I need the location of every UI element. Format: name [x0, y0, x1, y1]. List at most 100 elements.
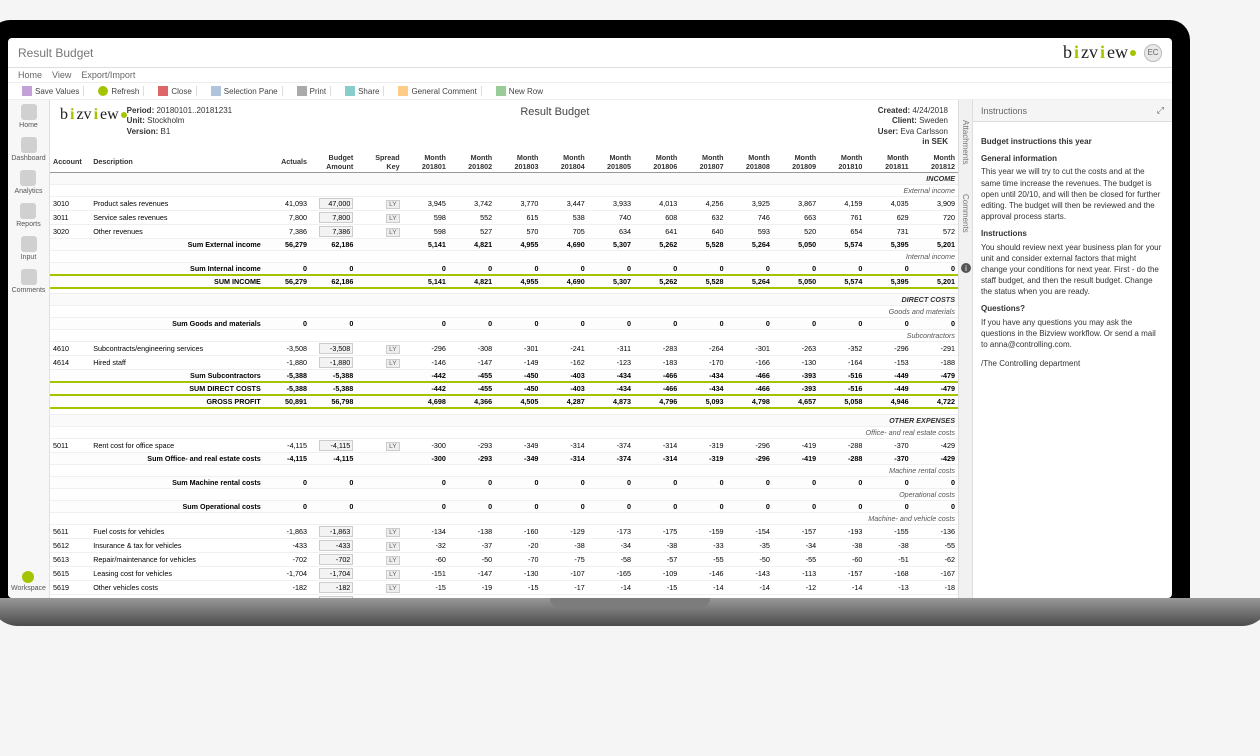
rail-comments[interactable]: Comments: [12, 269, 46, 294]
home-icon: [21, 104, 37, 120]
table-row: Sum Goods and materials00000000000000: [50, 318, 958, 330]
table-row: Sum External income56,27962,1865,1414,82…: [50, 238, 958, 250]
close-button[interactable]: Close: [154, 86, 196, 96]
th-m10: Month201810: [819, 152, 865, 173]
table-row[interactable]: 5619Other vehicles costs -182 -182 LY -1…: [50, 580, 958, 594]
instr-gen-h: General information: [981, 153, 1164, 164]
th-actuals: Actuals: [264, 152, 310, 173]
table-row: Sum Office- and real estate costs-4,115-…: [50, 452, 958, 464]
user-avatar[interactable]: EC: [1144, 44, 1162, 62]
instr-q-h: Questions?: [981, 303, 1164, 314]
table-row: GROSS PROFIT50,89156,7984,6984,3664,5054…: [50, 395, 958, 408]
save-button[interactable]: Save Values: [18, 86, 84, 96]
popout-icon[interactable]: ⤢: [1157, 105, 1164, 116]
table-row: Sum Internal income00000000000000: [50, 262, 958, 275]
refresh-button[interactable]: Refresh: [94, 86, 144, 96]
header-left-meta: Period: 20180101..20181231 Unit: Stockho…: [127, 106, 232, 137]
comments-icon: [21, 269, 37, 285]
instr-q: If you have any questions you may ask th…: [981, 317, 1164, 351]
table-row[interactable]: 3011Service sales revenues 7,800 7,800 L…: [50, 210, 958, 224]
rail-input[interactable]: Input: [21, 236, 37, 261]
selection-pane-button[interactable]: Selection Pane: [207, 86, 283, 96]
brand-logo: bizview: [1063, 42, 1136, 63]
instr-heading: Budget instructions this year: [981, 136, 1164, 147]
instructions-panel: Instructions ⤢ Budget instructions this …: [972, 100, 1172, 598]
table-row[interactable]: 3020Other revenues 7,386 7,386 LY 598527…: [50, 224, 958, 238]
menu-view[interactable]: View: [52, 70, 71, 80]
table-row: Sum Subcontractors-5,388-5,388-442-455-4…: [50, 370, 958, 383]
input-icon: [21, 236, 37, 252]
toolbar: Save Values Refresh Close Selection Pane…: [8, 83, 1172, 100]
menu-export[interactable]: Export/Import: [81, 70, 135, 80]
table-row: Sum Machine rental costs00000000000000: [50, 476, 958, 488]
sheet-logo: bizview: [60, 106, 127, 124]
instr-gen: This year we will try to cut the costs a…: [981, 166, 1164, 222]
print-icon: [297, 86, 307, 96]
th-m12: Month201812: [912, 152, 958, 173]
table-row: SUM DIRECT COSTS-5,388-5,388-442-455-450…: [50, 382, 958, 395]
th-description: Description: [90, 152, 264, 173]
instr-ins-h: Instructions: [981, 228, 1164, 239]
rail-dashboard[interactable]: Dashboard: [11, 137, 45, 162]
table-row[interactable]: 5615Leasing cost for vehicles -1,704 -1,…: [50, 566, 958, 580]
refresh-icon: [98, 86, 108, 96]
th-m7: Month201807: [680, 152, 726, 173]
table-row[interactable]: 4614Hired staff -1,880 -1,880 LY -146-14…: [50, 356, 958, 370]
th-m8: Month201808: [727, 152, 773, 173]
th-spread-key: SpreadKey: [356, 152, 402, 173]
vtab-attachments[interactable]: Attachments: [961, 120, 970, 164]
instr-sign: /The Controlling department: [981, 358, 1164, 369]
svg-text:i: i: [965, 264, 967, 273]
table-row[interactable]: 4610Subcontracts/engineering services -3…: [50, 342, 958, 356]
selection-icon: [211, 86, 221, 96]
menu-bar: Home View Export/Import: [8, 68, 1172, 83]
th-account: Account: [50, 152, 90, 173]
table-row[interactable]: 3010Product sales revenues 41,093 47,000…: [50, 196, 958, 210]
th-m4: Month201804: [541, 152, 587, 173]
nav-rail: Home Dashboard Analytics Reports Input C…: [8, 100, 50, 598]
th-m1: Month201801: [403, 152, 449, 173]
rail-workspace[interactable]: Workspace: [11, 571, 46, 592]
vtab-comments[interactable]: Comments: [961, 194, 970, 233]
rail-reports[interactable]: Reports: [16, 203, 41, 228]
comment-icon: [398, 86, 408, 96]
share-icon: [345, 86, 355, 96]
general-comment-button[interactable]: General Comment: [394, 86, 481, 96]
plus-icon: [496, 86, 506, 96]
instructions-title: Instructions: [981, 106, 1027, 116]
close-icon: [158, 86, 168, 96]
title-bar: Result Budget bizview EC: [8, 38, 1172, 68]
reports-icon: [20, 203, 36, 219]
instr-ins: You should review next year business pla…: [981, 242, 1164, 298]
th-m9: Month201809: [773, 152, 819, 173]
th-m5: Month201805: [588, 152, 634, 173]
menu-home[interactable]: Home: [18, 70, 42, 80]
table-row[interactable]: 5612Insurance & tax for vehicles -433 -4…: [50, 538, 958, 552]
th-m11: Month201811: [865, 152, 911, 173]
table-row[interactable]: 5611Fuel costs for vehicles -1,863 -1,86…: [50, 524, 958, 538]
save-icon: [22, 86, 32, 96]
th-m3: Month201803: [495, 152, 541, 173]
th-m2: Month201802: [449, 152, 495, 173]
share-button[interactable]: Share: [341, 86, 384, 96]
vertical-tabs: Attachments Comments i: [958, 100, 972, 598]
header-right-meta: Created: 4/24/2018 Client: Sweden User: …: [878, 106, 948, 148]
rail-home[interactable]: Home: [19, 104, 38, 129]
info-icon[interactable]: i: [961, 263, 971, 273]
workspace-icon: [22, 571, 34, 583]
budget-grid[interactable]: Account Description Actuals BudgetAmount…: [50, 152, 958, 598]
table-row[interactable]: 5011Rent cost for office space -4,115 -4…: [50, 438, 958, 452]
dashboard-icon: [21, 137, 37, 153]
new-row-button[interactable]: New Row: [492, 86, 547, 96]
th-m6: Month201806: [634, 152, 680, 173]
th-budget: BudgetAmount: [310, 152, 356, 173]
rail-analytics[interactable]: Analytics: [14, 170, 42, 195]
table-row[interactable]: 5613Repair/maintenance for vehicles -702…: [50, 552, 958, 566]
table-row: SUM INCOME56,27962,1865,1414,8214,9554,6…: [50, 275, 958, 288]
page-title: Result Budget: [18, 46, 93, 60]
main-sheet: bizview Period: 20180101..20181231 Unit:…: [50, 100, 958, 598]
print-button[interactable]: Print: [293, 86, 331, 96]
sheet-title: Result Budget: [232, 106, 878, 118]
analytics-icon: [20, 170, 36, 186]
table-row: Sum Operational costs00000000000000: [50, 500, 958, 512]
